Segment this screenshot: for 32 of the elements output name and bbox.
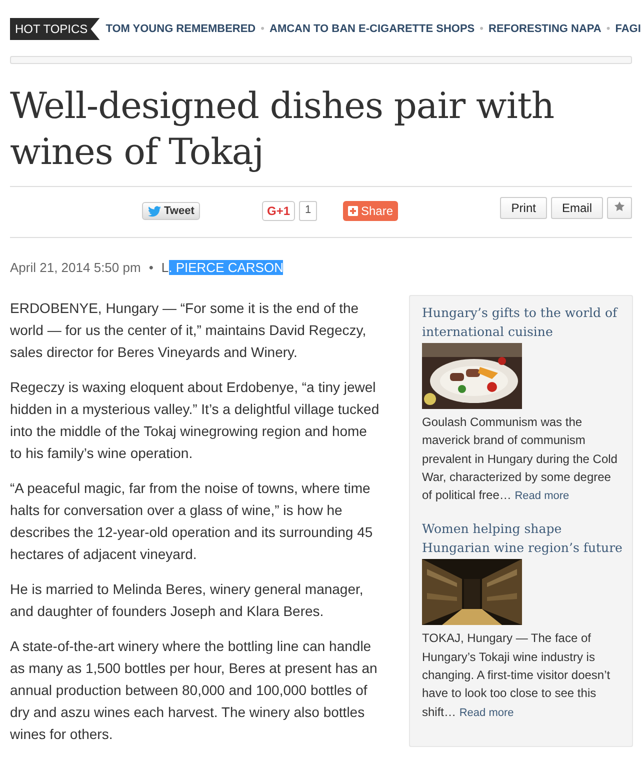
body-paragraph: He is married to Melinda Beres, winery general manager, and daughter of founders Joseph and Klara Beres. [10, 580, 364, 621]
topic-link[interactable]: FAGI [615, 23, 641, 35]
read-more-link[interactable]: Read more [514, 490, 570, 502]
bookmark-button[interactable] [607, 197, 632, 219]
tweet-button[interactable]: Tweet [142, 202, 200, 220]
plus-one-button[interactable]: G+1 [262, 201, 296, 221]
star-icon [614, 201, 625, 212]
topic-link[interactable]: TOM YOUNG REMEMBERED [106, 23, 256, 35]
body-paragraph: ERDOBENYE, Hungary — “For some it is the end of the world — for us the center of it,” maintains David Regeczy, sales director for Beres Vineyards and Winery. [10, 299, 368, 362]
separator-dot: • [606, 23, 610, 35]
topic-link[interactable]: REFORESTING NAPA [488, 23, 602, 35]
plus-one-count: 1 [299, 201, 318, 221]
author-name[interactable]: L [161, 260, 169, 275]
body-paragraph: Regeczy is waxing eloquent about Erdobenye, “a tiny jewel hidden in a mysterious valley.” It’s a delightful village tucked into the middle of the Tokaj winegrowing region and home to his family’s wine operation. [10, 378, 380, 463]
post-date: April 21, 2014 5:50 pm [10, 260, 141, 275]
story-title[interactable]: Hungary’s gifts to the world of international cuisine [422, 303, 624, 341]
body-paragraph: “A peaceful magic, far from the noise of towns, where time halts for conversation over a glass of wine,” is how he describes the 12-year-old operation and its surrounding 45 hectares of adjacent vineyard. [10, 479, 374, 564]
separator-dot: • [148, 260, 154, 275]
bird-icon [148, 206, 161, 216]
plus-icon [348, 206, 358, 216]
hot-topics-label: HOT TOPICS [10, 18, 100, 40]
story-excerpt: TOKAJ, Hungary — The face of Hungary’s Tokaji wine industry is changing. A first-time visitor doesn’t have to look too close to see this shift… Read more [422, 630, 612, 721]
separator-dot: • [260, 23, 264, 35]
body-paragraph: A state-of-the-art winery where the bottling line can handle as many as 1,500 bottles per hour, Beres at present has an annual production between 80,000 and 100,000 bottles of dry and aszu wines each harvest. The winery also bottles wines for others. [10, 637, 378, 744]
separator-dot: • [480, 23, 484, 35]
article-title: Well-designed dishes pair with wines of Tokaj [10, 85, 556, 175]
story-excerpt: Goulash Communism was the maverick brand of communism prevalent in Hungary during the Cold War, characterized by some degree of political free… Read more [422, 414, 618, 504]
story-title[interactable]: Women helping shape Hungarian wine region’s future [422, 519, 624, 558]
read-more-link[interactable]: Read more [459, 706, 514, 719]
print-button[interactable]: Print [500, 197, 547, 219]
email-button[interactable]: Email [550, 197, 603, 219]
topic-link[interactable]: AMCAN TO BAN E-CIGARETTE SHOPS [270, 23, 475, 35]
